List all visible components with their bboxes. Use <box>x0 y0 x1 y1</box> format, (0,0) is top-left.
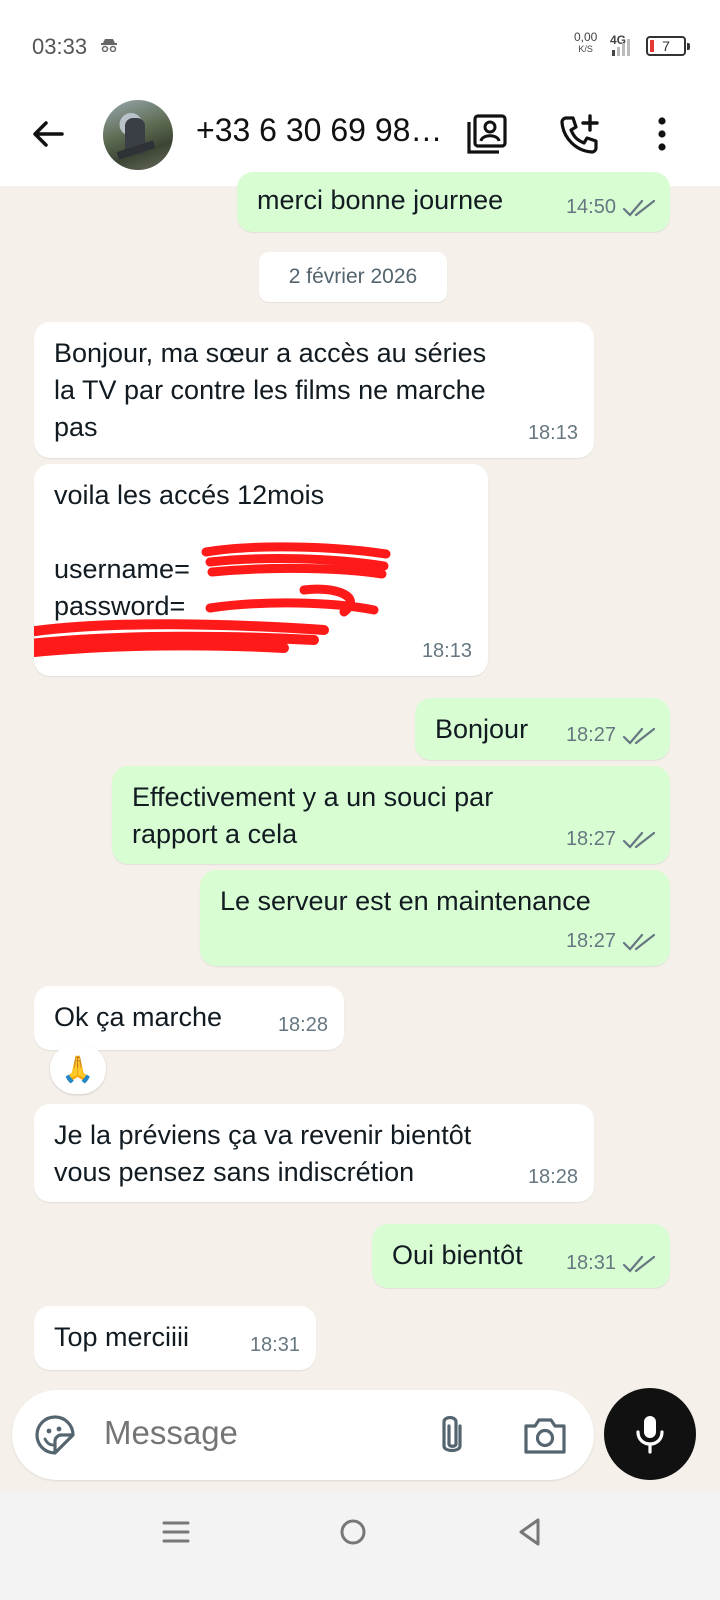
mic-icon <box>636 1416 664 1454</box>
contact-name[interactable]: +33 6 30 69 98… <box>196 112 442 149</box>
message-time: 14:50 <box>565 196 616 218</box>
speed-value: 0,00 <box>574 30 598 44</box>
status-time: 03:33 <box>32 34 88 59</box>
message-meta: 18:27 <box>566 717 656 754</box>
redaction-scribble <box>34 542 391 657</box>
message-meta: 18:27 <box>566 821 656 858</box>
message-bubble-incoming[interactable]: Ok ça marche 18:28 <box>34 986 344 1050</box>
message-text: Le serveur est en maintenance <box>220 886 591 916</box>
message-text: Je la préviens ça va revenir bientôt vou… <box>54 1120 472 1187</box>
more-vert-icon[interactable] <box>640 112 684 156</box>
network-speed: 0,00 K/S <box>574 31 597 55</box>
message-bubble-outgoing[interactable]: Oui bientôt 18:31 <box>372 1224 670 1288</box>
message-meta: 18:31 <box>250 1327 300 1364</box>
message-bubble-incoming[interactable]: Top merciiii 18:31 <box>34 1306 316 1370</box>
message-bubble-outgoing[interactable]: merci bonne journee 14:50 <box>237 172 670 232</box>
message-meta: 14:50 <box>566 189 656 226</box>
message-bubble-outgoing[interactable]: Effectivement y a un souci par rapport a… <box>112 766 670 864</box>
double-check-icon <box>622 831 656 849</box>
battery-icon: 7 <box>646 36 690 56</box>
battery-level: 7 <box>662 38 670 54</box>
avatar[interactable] <box>103 100 173 170</box>
back-nav-icon[interactable] <box>510 1512 550 1552</box>
double-check-icon <box>622 1255 656 1273</box>
double-check-icon <box>622 199 656 217</box>
message-text: merci bonne journee <box>257 185 504 215</box>
message-text: Bonjour, ma sœur a accès au séries la TV… <box>54 338 487 442</box>
message-bubble-incoming[interactable]: Je la préviens ça va revenir bientôt vou… <box>34 1104 594 1202</box>
signal-icon <box>612 39 630 56</box>
system-nav-bar <box>0 1492 720 1600</box>
sticker-icon[interactable] <box>34 1414 76 1456</box>
mic-button[interactable] <box>604 1388 696 1480</box>
message-meta: 18:13 <box>422 633 472 670</box>
reaction-badge[interactable]: 🙏 <box>50 1044 106 1094</box>
recents-icon[interactable] <box>156 1512 196 1552</box>
message-text: Bonjour <box>435 714 529 744</box>
message-time: 18:28 <box>277 1014 328 1036</box>
add-call-icon[interactable] <box>558 112 602 156</box>
contact-card-icon[interactable] <box>465 112 509 156</box>
message-bubble-incoming[interactable]: voila les accés 12mois username= passwor… <box>34 464 488 676</box>
message-bubble-outgoing[interactable]: Bonjour 18:27 <box>415 698 670 760</box>
message-input[interactable] <box>104 1414 404 1452</box>
message-text: Top merciiii <box>54 1322 190 1352</box>
message-composer <box>12 1390 594 1480</box>
status-bar: 03:33 0,00 K/S 4G 7 <box>0 0 720 92</box>
message-text: Effectivement y a un souci par rapport a… <box>132 782 494 849</box>
message-bubble-outgoing[interactable]: Le serveur est en maintenance 18:27 <box>200 870 670 966</box>
camera-icon[interactable] <box>522 1414 568 1456</box>
message-meta: 18:28 <box>278 1007 328 1044</box>
message-time: 18:28 <box>527 1166 578 1188</box>
message-time: 18:13 <box>527 422 578 444</box>
arrow-left-icon[interactable] <box>28 114 68 154</box>
paperclip-icon[interactable] <box>432 1412 472 1458</box>
message-meta: 18:13 <box>528 415 578 452</box>
double-check-icon <box>622 933 656 951</box>
speed-unit: K/S <box>578 44 593 54</box>
message-meta: 18:28 <box>528 1159 578 1196</box>
message-meta: 18:31 <box>566 1245 656 1282</box>
home-icon[interactable] <box>333 1512 373 1552</box>
message-time: 18:31 <box>249 1334 300 1356</box>
message-time: 18:31 <box>565 1252 616 1274</box>
message-time: 18:27 <box>565 930 616 952</box>
message-text: Ok ça marche <box>54 1002 223 1032</box>
message-meta: 18:27 <box>566 923 656 960</box>
message-bubble-incoming[interactable]: Bonjour, ma sœur a accès au séries la TV… <box>34 322 594 458</box>
message-text: Oui bientôt <box>392 1240 523 1270</box>
message-time: 18:13 <box>421 640 472 662</box>
double-check-icon <box>622 727 656 745</box>
message-time: 18:27 <box>565 828 616 850</box>
date-separator: 2 février 2026 <box>259 252 447 302</box>
incognito-icon <box>101 39 117 52</box>
message-time: 18:27 <box>565 724 616 746</box>
